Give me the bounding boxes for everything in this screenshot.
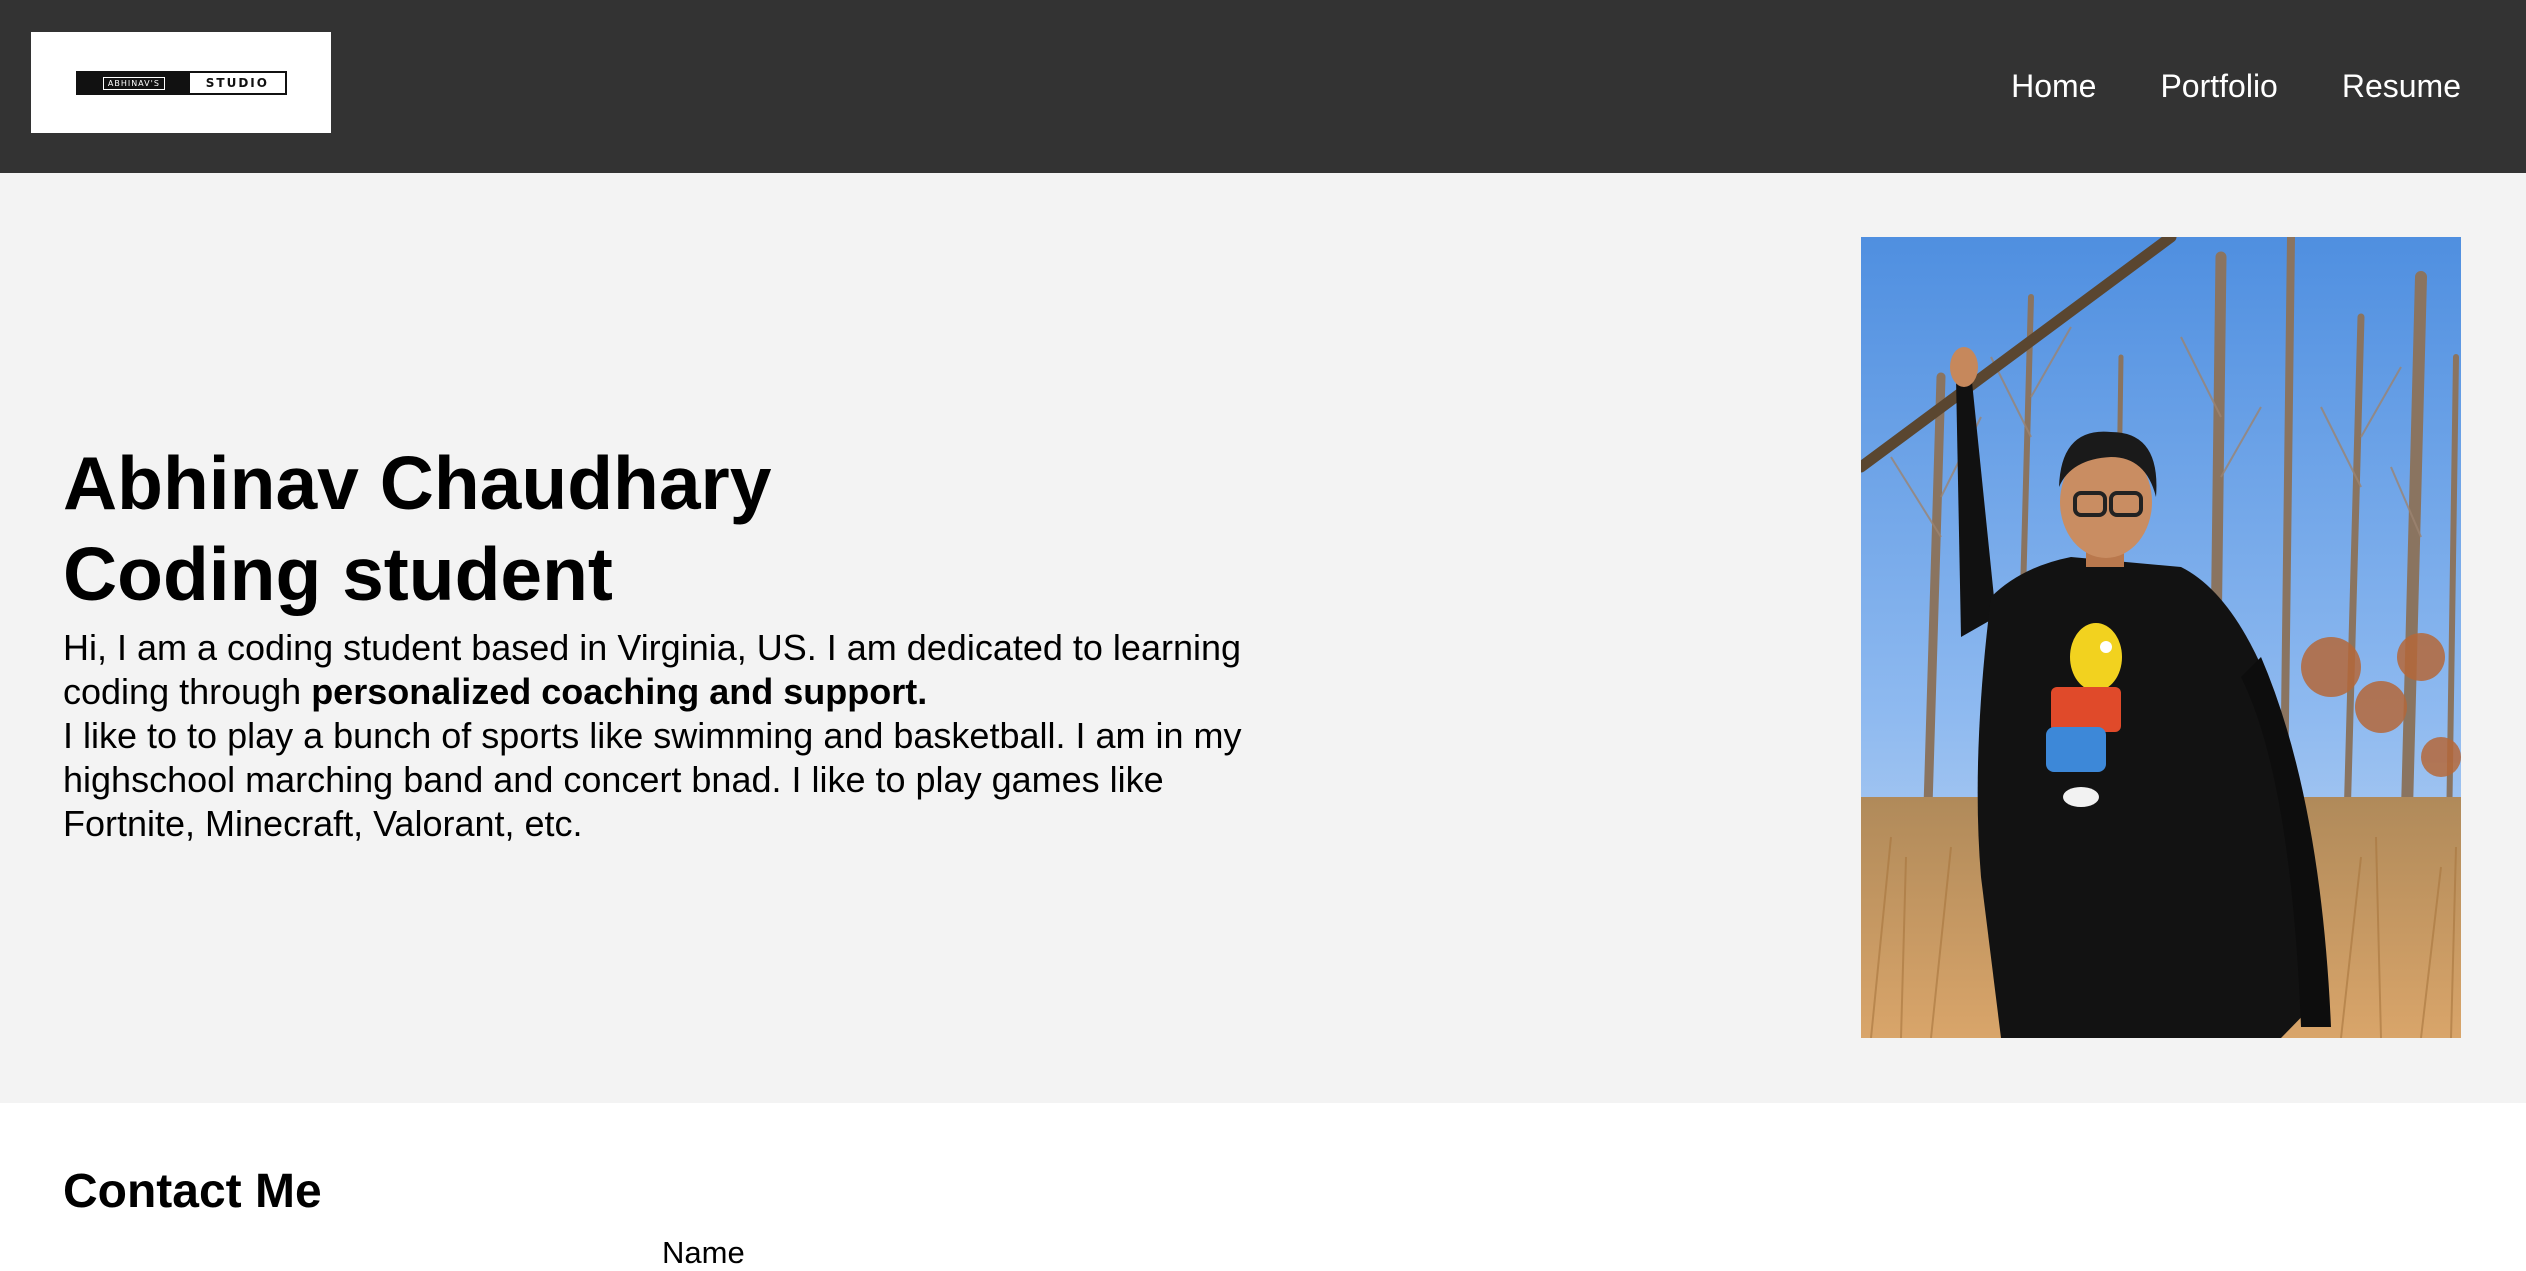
hero-bio: Hi, I am a coding student based in Virgi…: [63, 626, 1293, 846]
hero-section: Abhinav Chaudhary Coding student Hi, I a…: [0, 173, 2526, 1103]
logo-badge: ABHINAV'S STUDIO: [76, 71, 287, 95]
logo-left-text: ABHINAV'S: [102, 76, 165, 90]
hero-name: Abhinav Chaudhary: [63, 441, 772, 525]
nav-resume-link[interactable]: Resume: [2342, 66, 2461, 106]
hero-bio-highlight: personalized coaching and support.: [311, 671, 928, 712]
hero-bio-hobbies: I like to to play a bunch of sports like…: [63, 715, 1242, 844]
contact-title: Contact Me: [63, 1165, 322, 1218]
hero-text: Abhinav Chaudhary Coding student Hi, I a…: [63, 438, 1293, 846]
site-header: ABHINAV'S STUDIO Home Portfolio Resume: [0, 0, 2526, 173]
main-nav: Home Portfolio Resume: [2011, 66, 2461, 106]
contact-section: Contact Me Name: [0, 1103, 2526, 1270]
logo-right-text: STUDIO: [189, 73, 285, 93]
nav-home-link[interactable]: Home: [2011, 66, 2096, 106]
site-logo[interactable]: ABHINAV'S STUDIO: [31, 32, 331, 133]
nav-portfolio-link[interactable]: Portfolio: [2160, 66, 2277, 106]
hero-role: Coding student: [63, 532, 613, 616]
contact-name-label: Name: [662, 1235, 745, 1270]
profile-photo: [1861, 237, 2461, 1038]
